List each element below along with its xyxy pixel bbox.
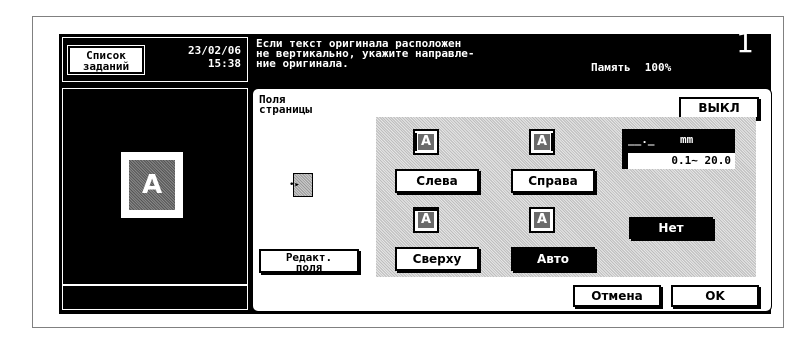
date-time: 23/02/06 15:38: [188, 44, 241, 70]
auto-margin-icon: A: [529, 207, 555, 233]
edit-margin-button[interactable]: Редакт. поля: [259, 249, 359, 273]
message-area: Если текст оригинала расположен не верти…: [256, 26, 766, 82]
auto-icon-letter: A: [534, 212, 550, 228]
preview-letter: A: [129, 160, 175, 210]
right-icon-letter: A: [534, 134, 550, 150]
auto-button[interactable]: Авто: [511, 247, 595, 271]
margin-range-text: 0.1~ 20.0: [671, 154, 731, 167]
auto-button-label: Авто: [536, 252, 570, 266]
none-button[interactable]: Нет: [629, 217, 713, 239]
left-button-label: Слева: [416, 174, 458, 188]
off-button[interactable]: ВЫКЛ: [679, 97, 759, 119]
top-margin-icon: A: [413, 207, 439, 233]
top-button[interactable]: Сверху: [395, 247, 479, 271]
time: 15:38: [207, 57, 241, 70]
edit-margin-label: Редакт. поля: [285, 251, 333, 274]
margin-range: 0.1~ 20.0: [628, 153, 735, 169]
left-button[interactable]: Слева: [395, 169, 479, 193]
memory-label: Память: [591, 61, 631, 74]
ok-button[interactable]: OK: [671, 285, 759, 307]
margin-value: __._: [628, 133, 655, 146]
document-preview: A: [62, 88, 248, 286]
left-icon-letter: A: [418, 134, 434, 150]
ok-button-label: OK: [705, 289, 725, 303]
memory-value: 100%: [644, 61, 672, 74]
none-button-label: Нет: [658, 221, 684, 235]
page-margin-panel: Поля страницы ВЫКЛ •▸ Редакт. поля A Сле…: [252, 88, 772, 312]
job-list-label: Список заданий: [82, 49, 130, 73]
top-icon-letter: A: [418, 212, 434, 228]
binding-margin-icon: •▸: [289, 173, 313, 197]
job-list-button[interactable]: Список заданий: [67, 45, 145, 75]
right-margin-icon: A: [529, 129, 555, 155]
margin-unit: mm: [680, 133, 694, 146]
right-button[interactable]: Справа: [511, 169, 595, 193]
top-button-label: Сверху: [412, 252, 462, 266]
preview-footer: [62, 284, 248, 310]
instruction-text: Если текст оригинала расположен не верти…: [256, 37, 475, 70]
off-button-label: ВЫКЛ: [698, 101, 740, 115]
cancel-button[interactable]: Отмена: [573, 285, 661, 307]
panel-title: Поля страницы: [259, 93, 312, 116]
copy-count: 1: [736, 26, 754, 59]
document-a-icon: A: [121, 152, 183, 218]
memory-indicator: Память 100%: [591, 61, 672, 74]
date: 23/02/06: [188, 44, 241, 57]
cancel-button-label: Отмена: [591, 289, 643, 303]
job-status-area: Список заданий 23/02/06 15:38: [62, 37, 248, 82]
right-button-label: Справа: [528, 174, 578, 188]
margin-value-display: __._ mm 0.1~ 20.0: [622, 129, 735, 169]
left-margin-icon: A: [413, 129, 439, 155]
